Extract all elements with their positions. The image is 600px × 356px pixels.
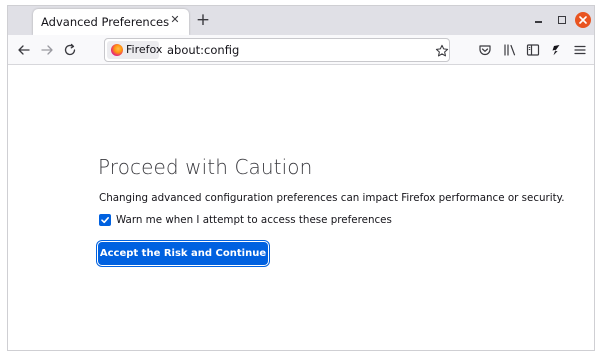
back-arrow-icon[interactable] (16, 42, 32, 58)
new-tab-button[interactable]: + (194, 11, 212, 29)
library-icon[interactable] (502, 42, 518, 58)
url-bar[interactable]: Firefox about:config (104, 38, 450, 62)
sidebar-icon[interactable] (525, 42, 541, 58)
forward-arrow-icon[interactable] (39, 42, 55, 58)
warn-checkbox[interactable] (99, 214, 111, 226)
warning-description: Changing advanced configuration preferen… (99, 192, 565, 204)
url-input[interactable]: about:config (167, 43, 239, 57)
identity-label: Firefox (126, 43, 163, 56)
warn-checkbox-label[interactable]: Warn me when I attempt to access these p… (116, 214, 392, 226)
bookmark-star-icon[interactable] (435, 43, 449, 62)
maximize-icon[interactable] (555, 13, 569, 27)
accept-risk-button[interactable]: Accept the Risk and Continue (98, 242, 268, 265)
pocket-icon[interactable] (477, 42, 493, 58)
tab-strip: Advanced Preferences ✕ + (8, 6, 594, 35)
about-config-warning-page: Proceed with Caution Changing advanced c… (8, 65, 594, 350)
menu-icon[interactable] (572, 42, 588, 58)
tab-title: Advanced Preferences (41, 15, 170, 29)
identity-box[interactable]: Firefox (107, 41, 163, 59)
reload-icon[interactable] (62, 42, 78, 58)
tab-advanced-preferences[interactable]: Advanced Preferences ✕ (33, 9, 189, 35)
navigation-toolbar: Firefox about:config (8, 35, 594, 65)
extension-icon[interactable] (548, 42, 564, 58)
minimize-icon[interactable] (532, 13, 546, 27)
firefox-logo-icon (111, 44, 123, 56)
close-icon[interactable] (575, 12, 591, 28)
browser-window: Advanced Preferences ✕ + Firefox about:c… (7, 5, 595, 351)
tab-close-icon[interactable]: ✕ (168, 13, 182, 27)
page-title: Proceed with Caution (98, 155, 313, 179)
